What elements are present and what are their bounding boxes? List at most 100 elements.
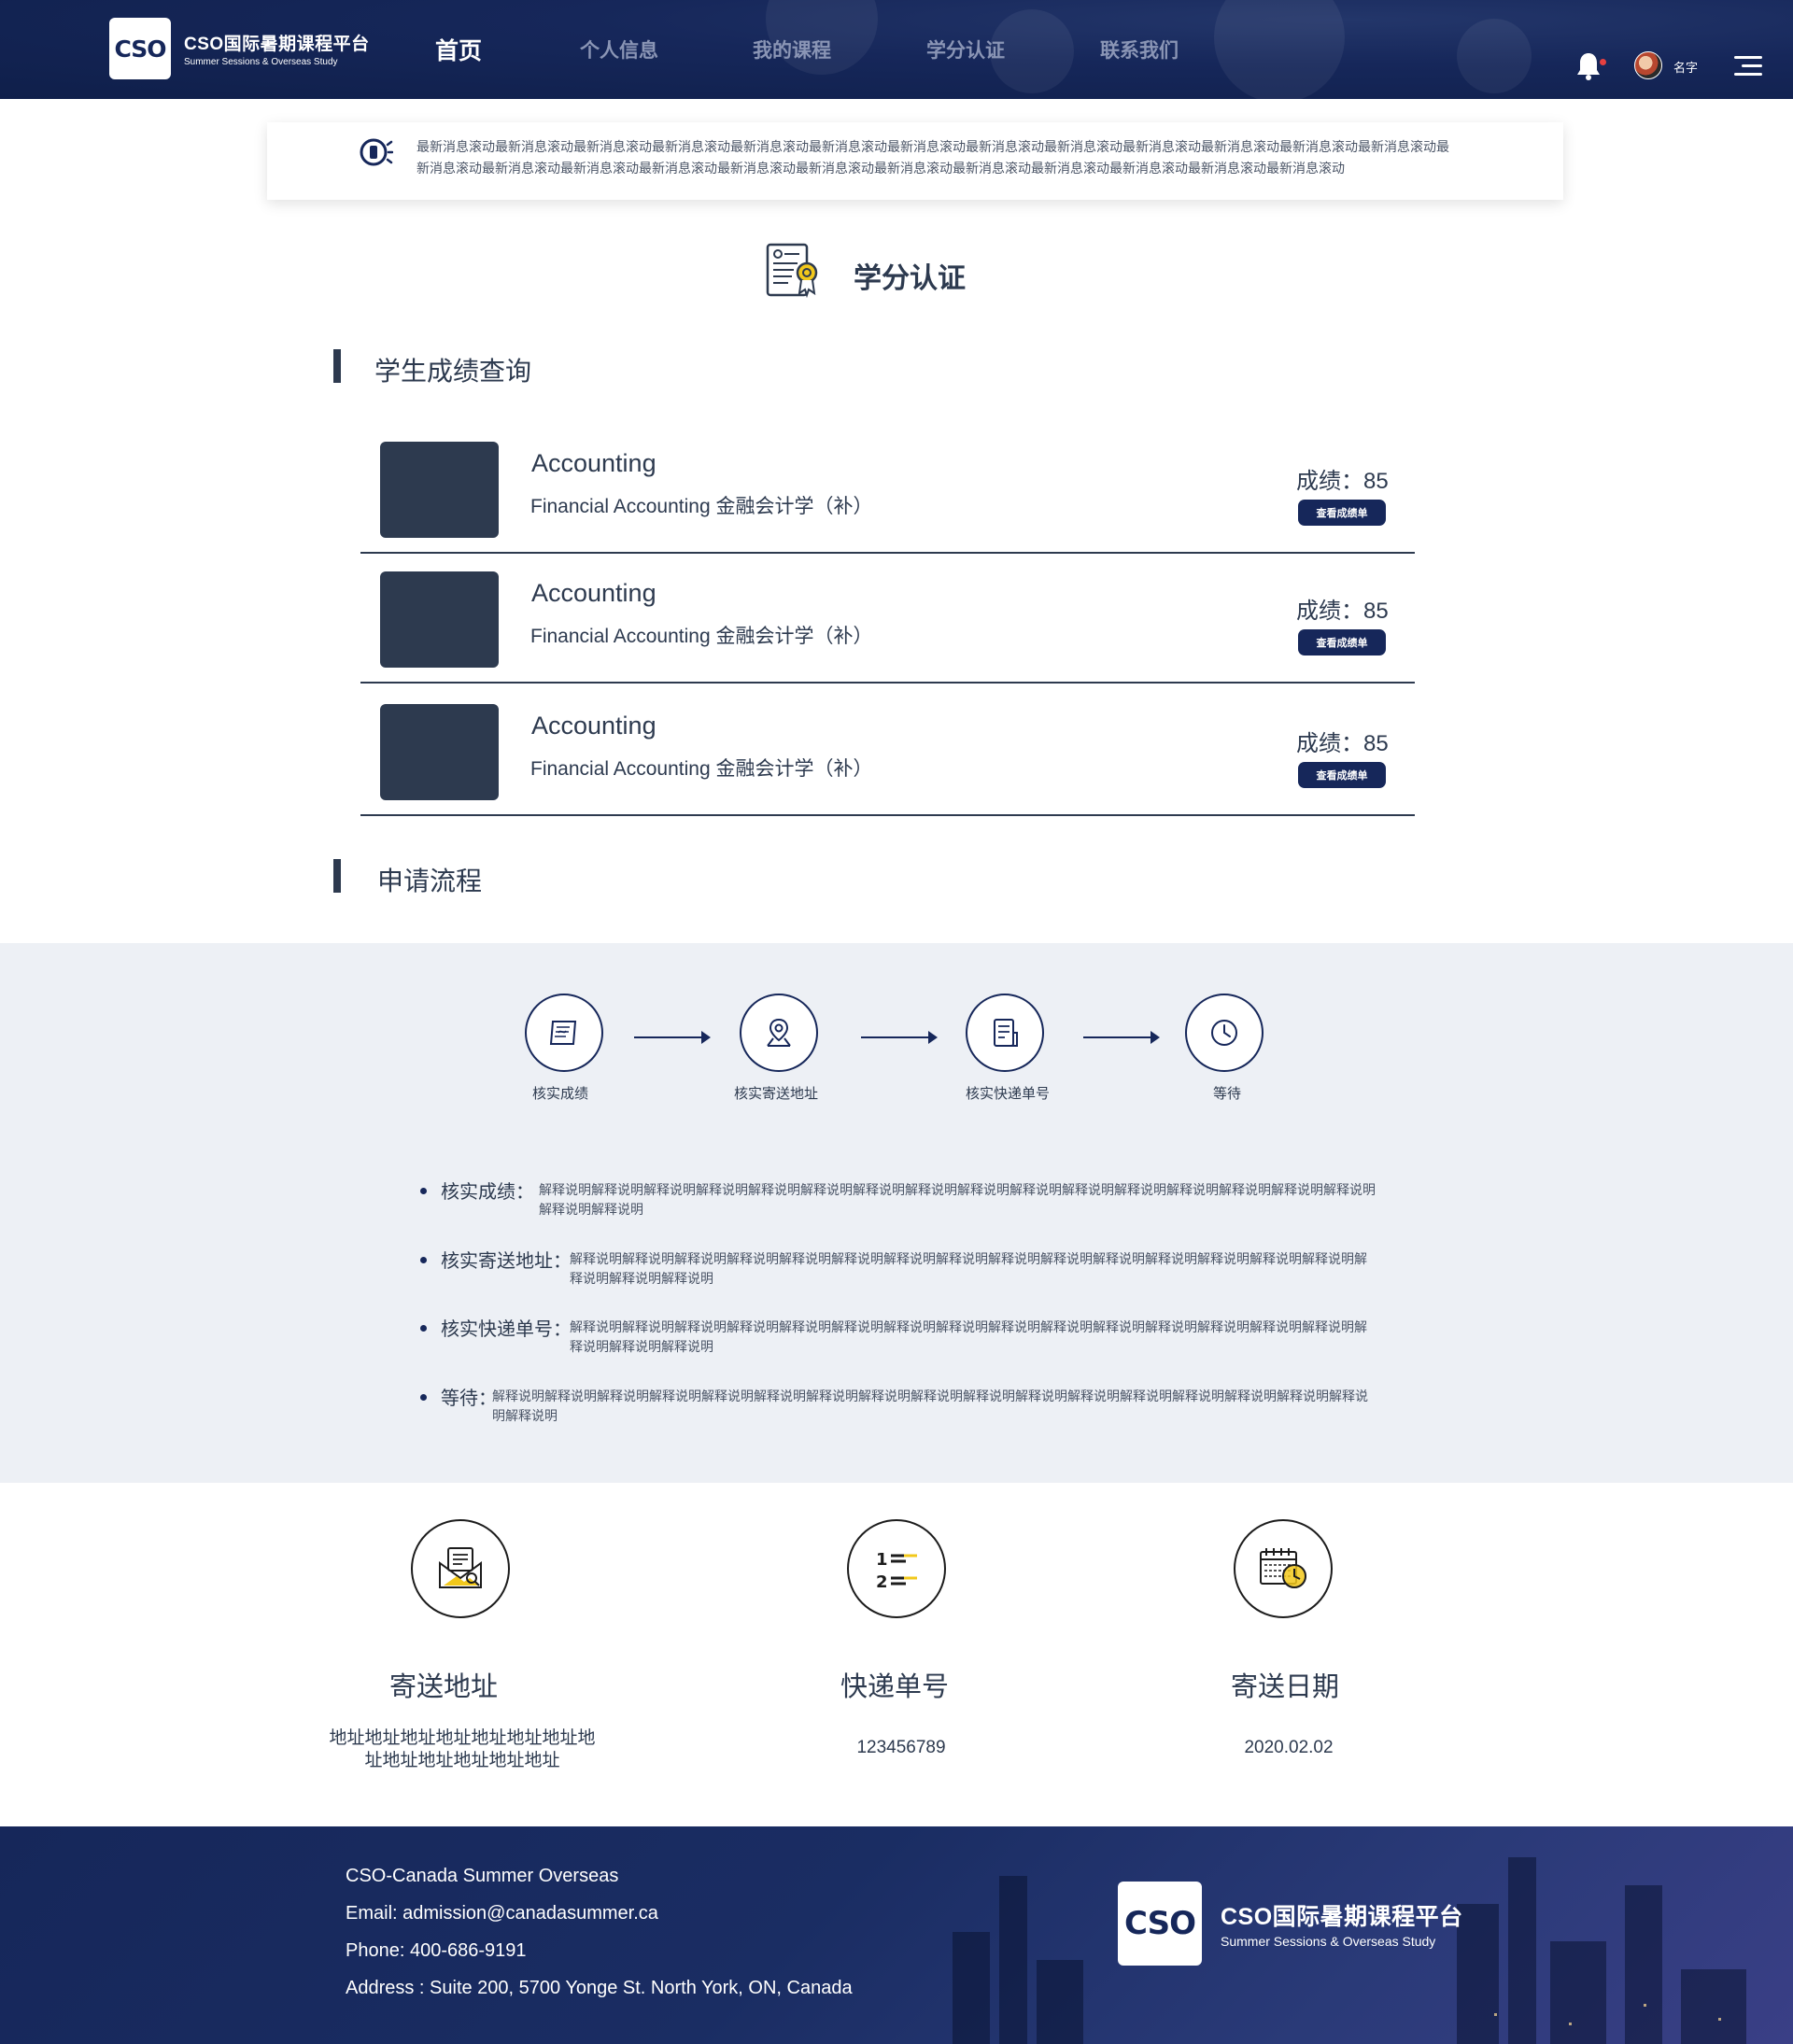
course-title: Accounting [531, 712, 656, 740]
info-value: 123456789 [856, 1738, 946, 1757]
bullet-dot [420, 1257, 427, 1263]
city-skyline [1681, 1969, 1746, 2044]
info-title: 快递单号 [840, 1672, 950, 1702]
logo-mark: CSO [1118, 1882, 1202, 1966]
city-skyline [1550, 1941, 1606, 2044]
nav-contact-us[interactable]: 联系我们 [1100, 35, 1179, 63]
course-subtitle: Financial Accounting 金融会计学（补） [530, 758, 873, 780]
step-label: 核实寄送地址 [734, 1086, 819, 1102]
step-circle [740, 994, 818, 1072]
course-thumbnail [380, 571, 499, 668]
logo-mark: CSO [109, 18, 171, 79]
document-icon [994, 1019, 1018, 1047]
clock-icon [1211, 1020, 1237, 1046]
description-term: 核实成绩： [441, 1182, 534, 1203]
footer: CSO-Canada Summer Overseas Email: admiss… [0, 1826, 1793, 2044]
process-section: 核实成绩 核实寄送地址 核实快递单号 等待 核实成绩： 解释说明解释说明解释说明… [0, 943, 1793, 1483]
course-thumbnail [380, 704, 499, 800]
course-score: 成绩：85 [1296, 731, 1389, 756]
decorative-bokeh [1214, 0, 1345, 99]
svg-text:1: 1 [876, 1550, 888, 1570]
city-light [1718, 2018, 1721, 2021]
description-term: 等待： [441, 1389, 497, 1409]
arrow-connector [861, 1031, 938, 1044]
city-light [1494, 2013, 1497, 2016]
description-text: 解释说明解释说明解释说明解释说明解释说明解释说明解释说明解释说明解释说明解释说明… [570, 1251, 1367, 1286]
footer-phone[interactable]: Phone: 400-686-9191 [346, 1940, 527, 1962]
nav-credit-certification[interactable]: 学分认证 [926, 35, 1005, 63]
step-label: 核实快递单号 [966, 1086, 1051, 1102]
description-text: 解释说明解释说明解释说明解释说明解释说明解释说明解释说明解释说明解释说明解释说明… [492, 1389, 1368, 1423]
score-list-item: Accounting Financial Accounting 金融会计学（补）… [360, 571, 1415, 684]
site-logo[interactable]: CSO CSO国际暑期课程平台 Summer Sessions & Overse… [109, 18, 370, 79]
course-subtitle: Financial Accounting 金融会计学（补） [530, 496, 873, 517]
course-score: 成绩：85 [1296, 469, 1389, 494]
footer-company: CSO-Canada Summer Overseas [346, 1866, 619, 1886]
step-label: 等待 [1213, 1086, 1242, 1102]
calendar-icon [1260, 1548, 1306, 1588]
logo-subtitle: Summer Sessions & Overseas Study [184, 57, 338, 67]
nav-profile[interactable]: 个人信息 [580, 35, 658, 63]
footer-address: Address : Suite 200, 5700 Yonge St. Nort… [346, 1978, 853, 1998]
bullet-dot [420, 1188, 427, 1194]
info-value: 2020.02.02 [1244, 1738, 1334, 1757]
info-circle [1234, 1519, 1333, 1618]
score-list-item: Accounting Financial Accounting 金融会计学（补）… [360, 442, 1415, 554]
section-title: 学生成绩查询 [374, 357, 532, 386]
info-circle: 1 2 [847, 1519, 946, 1618]
view-transcript-button[interactable]: 查看成绩单 [1298, 500, 1386, 526]
logo-subtitle: Summer Sessions & Overseas Study [1221, 1934, 1436, 1949]
city-skyline [953, 1932, 990, 2044]
user-name[interactable]: 名字 [1673, 58, 1698, 76]
section-marker [333, 859, 341, 893]
map-pin-icon [767, 1018, 791, 1047]
news-ticker-text: 最新消息滚动最新消息滚动最新消息滚动最新消息滚动最新消息滚动最新消息滚动最新消息… [416, 139, 1449, 176]
course-score: 成绩：85 [1296, 599, 1389, 624]
section-title: 申请流程 [377, 867, 483, 895]
course-title: Accounting [531, 579, 656, 607]
footer-email[interactable]: Email: admission@canadasummer.ca [346, 1903, 658, 1924]
nav-my-courses[interactable]: 我的课程 [753, 35, 831, 63]
step-circle [1185, 994, 1264, 1072]
info-title: 寄送地址 [389, 1672, 499, 1702]
numbered-list-icon: 1 2 [876, 1550, 917, 1592]
view-transcript-button[interactable]: 查看成绩单 [1298, 629, 1386, 655]
page-title: 学分认证 [854, 263, 966, 294]
logo-title: CSO国际暑期课程平台 [184, 35, 370, 54]
speaker-icon [360, 138, 393, 166]
course-title: Accounting [531, 449, 656, 477]
bullet-dot [420, 1325, 427, 1332]
notification-dot [1600, 59, 1606, 65]
city-skyline [1625, 1885, 1662, 2044]
logo-title: CSO国际暑期课程平台 [1221, 1904, 1463, 1930]
menu-icon[interactable] [1734, 56, 1762, 77]
step-circle [966, 994, 1044, 1072]
avatar[interactable] [1634, 51, 1662, 79]
city-skyline [1037, 1960, 1083, 2044]
envelope-icon [439, 1547, 482, 1588]
view-transcript-button[interactable]: 查看成绩单 [1298, 762, 1386, 788]
course-subtitle: Financial Accounting 金融会计学（补） [530, 626, 873, 647]
svg-text:2: 2 [876, 1572, 888, 1592]
bell-icon[interactable] [1574, 51, 1602, 81]
footer-logo[interactable]: CSO CSO国际暑期课程平台 Summer Sessions & Overse… [1118, 1882, 1463, 1966]
top-nav-bar: CSO CSO国际暑期课程平台 Summer Sessions & Overse… [0, 0, 1793, 99]
section-marker [333, 349, 341, 383]
city-skyline [1508, 1857, 1536, 2044]
certificate-icon [766, 243, 818, 299]
info-title: 寄送日期 [1231, 1672, 1340, 1702]
arrow-connector [1083, 1031, 1160, 1044]
arrow-connector [634, 1031, 711, 1044]
info-circle [411, 1519, 510, 1618]
transcript-icon [549, 1021, 577, 1045]
bullet-dot [420, 1394, 427, 1401]
description-term: 核实快递单号： [441, 1319, 572, 1340]
nav-home[interactable]: 首页 [435, 33, 482, 66]
description-term: 核实寄送地址： [441, 1251, 572, 1272]
decorative-bokeh [1457, 19, 1532, 93]
city-light [1569, 2023, 1572, 2025]
step-circle [525, 994, 603, 1072]
city-light [1644, 2004, 1646, 2007]
score-list-item: Accounting Financial Accounting 金融会计学（补）… [360, 704, 1415, 816]
news-ticker: 最新消息滚动最新消息滚动最新消息滚动最新消息滚动最新消息滚动最新消息滚动最新消息… [267, 122, 1563, 200]
